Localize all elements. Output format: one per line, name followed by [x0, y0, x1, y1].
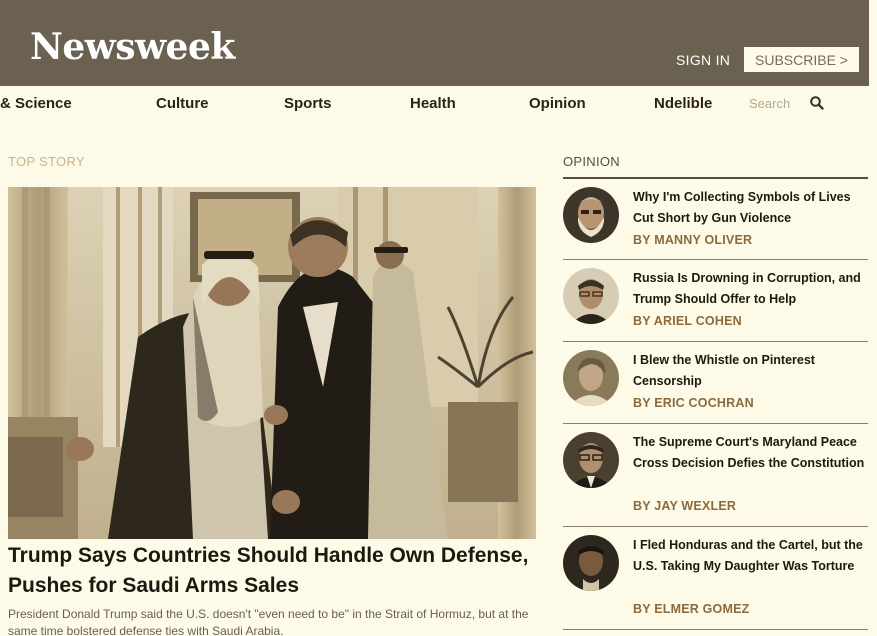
- search-input[interactable]: Search: [749, 96, 790, 111]
- opinion-byline[interactable]: BY JAY WEXLER: [633, 499, 736, 513]
- nav-item-opinion[interactable]: Opinion: [529, 95, 586, 112]
- opinion-byline[interactable]: BY MANNY OLIVER: [633, 233, 752, 247]
- newsweek-logo[interactable]: Newsweek: [30, 26, 235, 68]
- opinion-title[interactable]: Russia Is Drowning in Corruption, and Tr…: [633, 268, 865, 310]
- opinion-title[interactable]: I Blew the Whistle on Pinterest Censorsh…: [633, 350, 865, 392]
- author-avatar: [563, 535, 619, 591]
- header-edge: [869, 0, 877, 86]
- author-avatar: [563, 432, 619, 488]
- nav-item-sports[interactable]: Sports: [284, 95, 332, 112]
- top-story-dek: President Donald Trump said the U.S. doe…: [8, 607, 529, 636]
- top-story-headline[interactable]: Trump Says Countries Should Handle Own D…: [8, 541, 538, 601]
- author-avatar: [563, 268, 619, 324]
- opinion-byline[interactable]: BY ERIC COCHRAN: [633, 396, 754, 410]
- opinion-label: OPINION: [563, 154, 620, 169]
- nav-item-ndelible[interactable]: Ndelible: [654, 95, 712, 112]
- sign-in-link[interactable]: SIGN IN: [676, 52, 730, 68]
- top-story-image[interactable]: [8, 187, 536, 539]
- opinion-item[interactable]: The Supreme Court's Maryland Peace Cross…: [563, 424, 868, 527]
- opinion-item[interactable]: Russia Is Drowning in Corruption, and Tr…: [563, 260, 868, 342]
- opinion-item[interactable]: I Blew the Whistle on Pinterest Censorsh…: [563, 342, 868, 424]
- author-avatar: [563, 350, 619, 406]
- search-icon[interactable]: [809, 95, 825, 111]
- opinion-byline[interactable]: BY ELMER GOMEZ: [633, 602, 749, 616]
- opinion-item[interactable]: Why I'm Collecting Symbols of Lives Cut …: [563, 179, 868, 260]
- main-nav: & Science Culture Sports Health Opinion …: [0, 86, 877, 122]
- subscribe-button[interactable]: SUBSCRIBE >: [744, 47, 859, 72]
- nav-item-science[interactable]: & Science: [0, 95, 72, 112]
- opinion-title[interactable]: The Supreme Court's Maryland Peace Cross…: [633, 432, 865, 474]
- opinion-title[interactable]: I Fled Honduras and the Cartel, but the …: [633, 535, 865, 577]
- opinion-byline[interactable]: BY ARIEL COHEN: [633, 314, 742, 328]
- nav-item-health[interactable]: Health: [410, 95, 456, 112]
- top-story-label: TOP STORY: [8, 154, 85, 169]
- nav-item-culture[interactable]: Culture: [156, 95, 209, 112]
- author-avatar: [563, 187, 619, 243]
- opinion-title[interactable]: Why I'm Collecting Symbols of Lives Cut …: [633, 187, 865, 229]
- opinion-item[interactable]: I Fled Honduras and the Cartel, but the …: [563, 527, 868, 630]
